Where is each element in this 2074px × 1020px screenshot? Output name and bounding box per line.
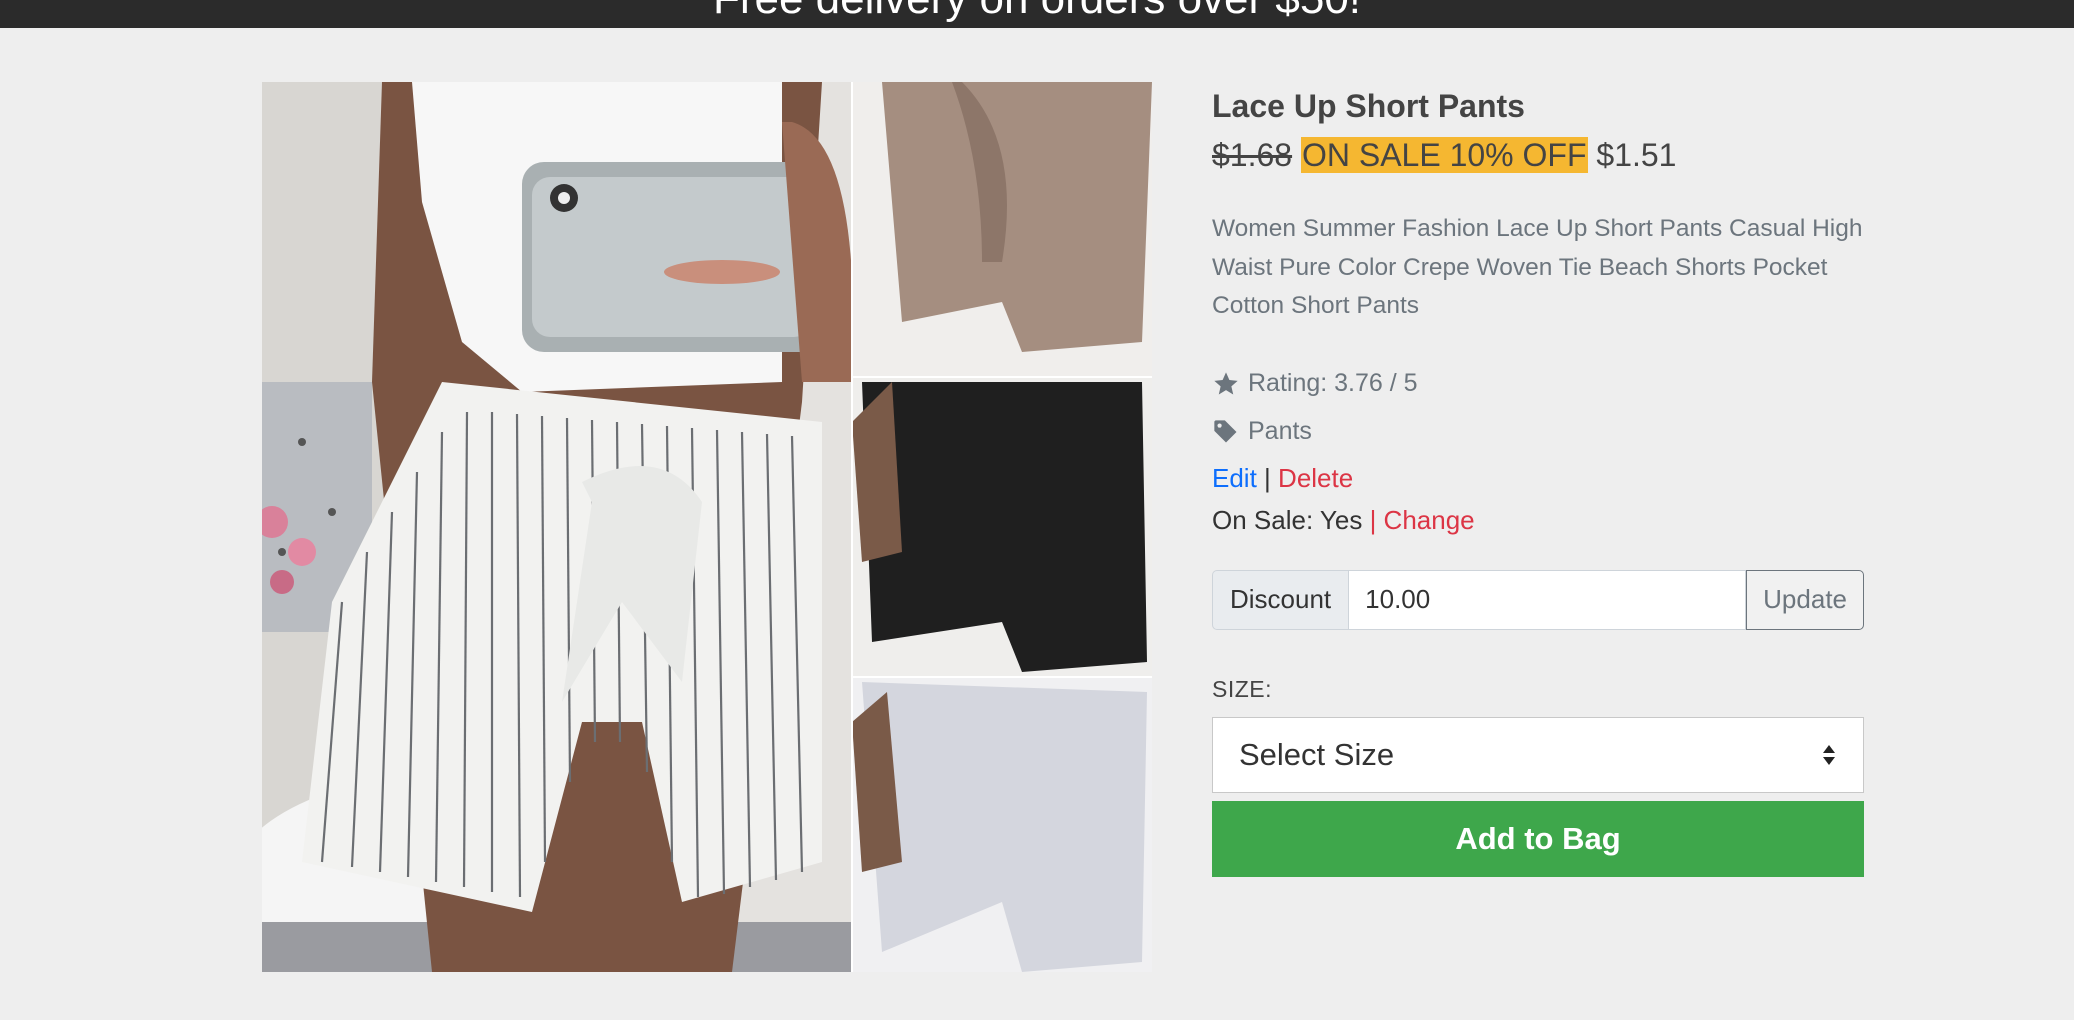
product-description: Women Summer Fashion Lace Up Short Pants… bbox=[1212, 215, 1863, 319]
category-row: Pants bbox=[1212, 414, 1864, 450]
on-sale-status: On Sale: Yes bbox=[1212, 504, 1363, 535]
price-row: $1.68 ON SALE 10% OFF $1.51 bbox=[1212, 134, 1864, 176]
size-select-value: Select Size bbox=[1239, 736, 1395, 772]
rating-row: Rating: 3.76 / 5 bbox=[1212, 366, 1864, 402]
category-text: Pants bbox=[1248, 417, 1312, 445]
size-label: SIZE: bbox=[1212, 675, 1273, 702]
admin-actions: Edit | Delete bbox=[1212, 460, 1864, 496]
product-image bbox=[262, 82, 1152, 972]
size-select[interactable]: Select Size bbox=[1212, 716, 1864, 793]
edit-link[interactable]: Edit bbox=[1212, 463, 1257, 493]
action-separator: | bbox=[1264, 462, 1271, 493]
promo-banner: Free delivery on orders over $50! bbox=[0, 0, 2074, 28]
product-title: Lace Up Short Pants bbox=[1212, 88, 1525, 124]
change-sale-link[interactable]: | Change bbox=[1370, 505, 1475, 535]
sort-arrows-icon bbox=[1823, 744, 1835, 765]
star-icon bbox=[1214, 371, 1238, 394]
add-to-bag-button[interactable]: Add to Bag bbox=[1212, 800, 1864, 877]
sale-badge: ON SALE 10% OFF bbox=[1300, 137, 1588, 173]
tag-icon bbox=[1214, 419, 1237, 442]
discount-label: Discount bbox=[1212, 569, 1349, 630]
new-price: $1.51 bbox=[1596, 137, 1677, 173]
discount-input[interactable] bbox=[1348, 569, 1747, 630]
update-discount-button[interactable]: Update bbox=[1746, 569, 1864, 630]
old-price: $1.68 bbox=[1212, 137, 1293, 173]
product-info: Lace Up Short Pants $1.68 ON SALE 10% OF… bbox=[1212, 86, 1864, 877]
on-sale-row: On Sale: Yes | Change bbox=[1212, 502, 1864, 538]
delete-link[interactable]: Delete bbox=[1278, 463, 1353, 493]
discount-form: Discount Update bbox=[1212, 569, 1864, 630]
promo-banner-text: Free delivery on orders over $50! bbox=[0, 0, 2074, 25]
rating-text: Rating: 3.76 / 5 bbox=[1248, 369, 1418, 397]
